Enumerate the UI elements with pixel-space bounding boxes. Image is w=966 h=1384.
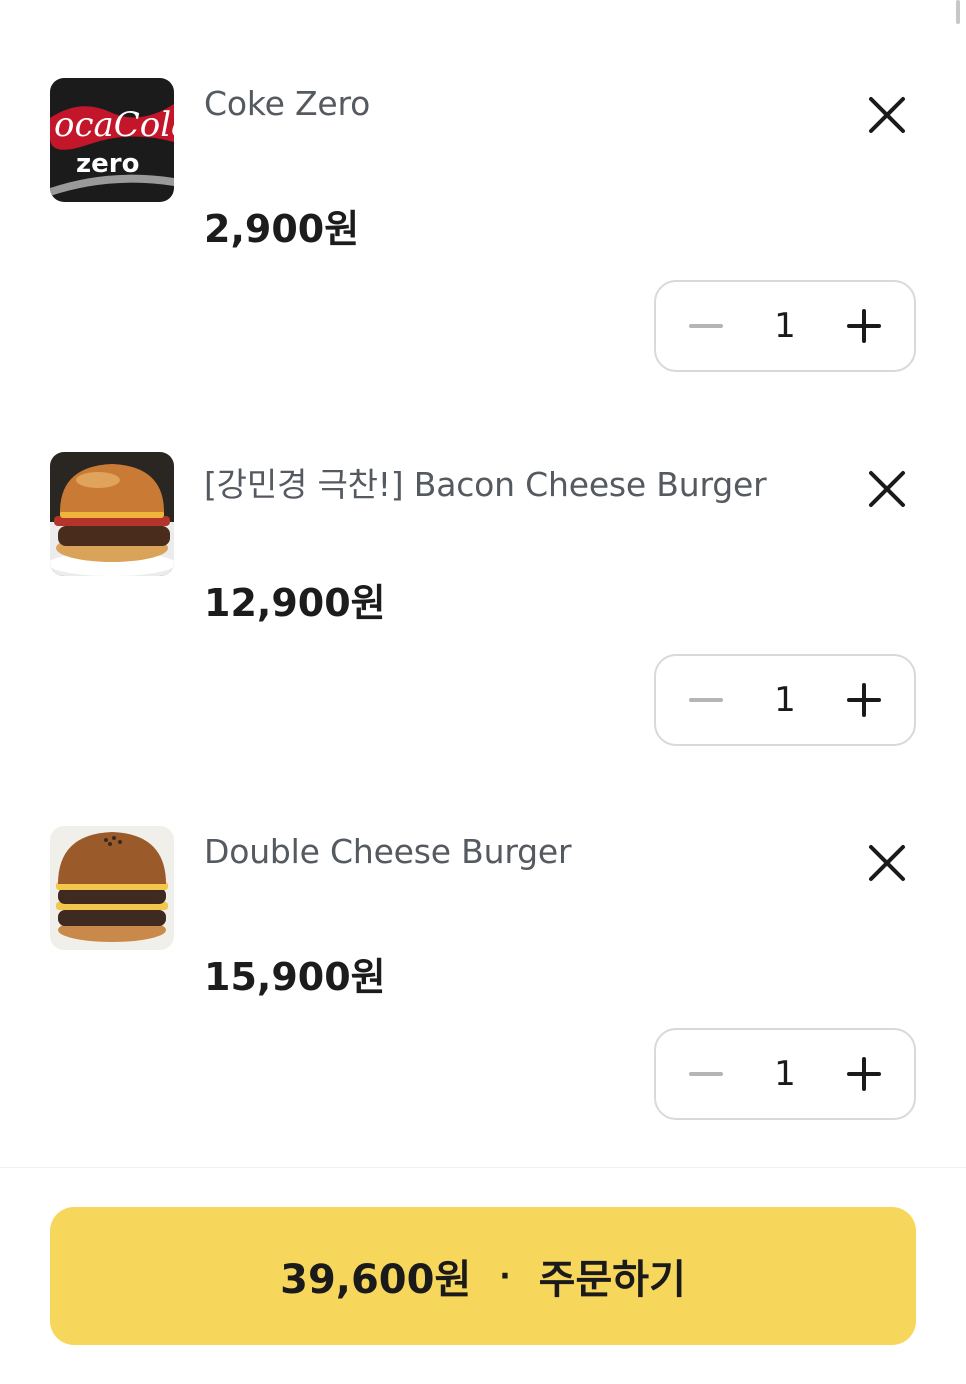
cart-item: Double Cheese Burger 15,900원 1 [0,826,966,1200]
burger-icon [50,826,174,950]
item-price: 15,900원 [204,955,386,999]
close-icon [869,97,905,133]
quantity-stepper: 1 [654,1028,916,1120]
burger-icon [50,452,174,576]
item-name: [강민경 극찬!] Bacon Cheese Burger [204,465,767,504]
decrease-quantity-button[interactable] [666,1030,746,1118]
item-price: 2,900원 [204,207,360,251]
minus-icon [689,698,723,702]
quantity-stepper: 1 [654,654,916,746]
quantity-value: 1 [774,680,796,720]
remove-item-button[interactable] [862,464,912,514]
order-button[interactable]: 39,600원 · 주문하기 [50,1207,916,1345]
order-label: 주문하기 [538,1257,686,1303]
plus-icon [847,683,881,717]
minus-icon [689,1072,723,1076]
increase-quantity-button[interactable] [824,282,904,370]
svg-text:zero: zero [76,149,139,179]
item-price: 12,900원 [204,581,386,625]
coke-zero-icon: ocaCola zero [50,78,174,202]
increase-quantity-button[interactable] [824,1030,904,1118]
quantity-stepper: 1 [654,280,916,372]
close-icon [869,471,905,507]
item-name: Coke Zero [204,84,371,123]
footer-divider [0,1167,966,1168]
item-name: Double Cheese Burger [204,832,572,871]
product-thumbnail[interactable]: ocaCola zero [50,78,174,202]
remove-item-button[interactable] [862,90,912,140]
close-icon [869,845,905,881]
increase-quantity-button[interactable] [824,656,904,744]
svg-text:ocaCola: ocaCola [54,105,174,145]
minus-icon [689,324,723,328]
cart-item: [강민경 극찬!] Bacon Cheese Burger 12,900원 1 [0,452,966,826]
plus-icon [847,1057,881,1091]
scrollbar[interactable] [956,0,960,24]
cart-item: ocaCola zero Coke Zero 2,900원 1 [0,78,966,452]
plus-icon [847,309,881,343]
remove-item-button[interactable] [862,838,912,888]
decrease-quantity-button[interactable] [666,282,746,370]
decrease-quantity-button[interactable] [666,656,746,744]
product-thumbnail[interactable] [50,826,174,950]
separator-dot: · [499,1258,511,1294]
quantity-value: 1 [774,1054,796,1094]
product-thumbnail[interactable] [50,452,174,576]
order-total: 39,600원 [280,1257,472,1303]
quantity-value: 1 [774,306,796,346]
